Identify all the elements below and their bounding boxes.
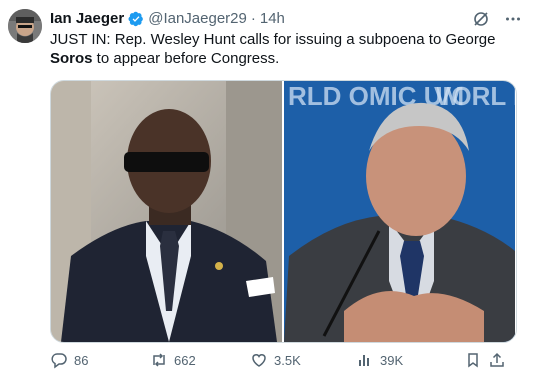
repost-count: 662	[174, 352, 196, 368]
like-count: 3.5K	[274, 352, 301, 368]
bookmark-icon	[468, 353, 478, 368]
reply-count: 86	[74, 352, 89, 368]
more-icon[interactable]	[504, 10, 522, 28]
repost-icon	[153, 353, 165, 367]
tweet-text: JUST IN: Rep. Wesley Hunt calls for issu…	[50, 30, 520, 68]
action-bar: 86 662 3.5K 39K	[50, 350, 520, 370]
separator-dot: ·	[250, 10, 256, 27]
author-name[interactable]: Ian Jaeger	[50, 10, 124, 28]
media-grid: RLD OMIC UM VORL NOMI RU	[50, 80, 517, 343]
repost-button[interactable]: 662	[150, 351, 250, 369]
views-icon	[359, 355, 369, 366]
reply-icon	[51, 353, 67, 369]
wef-backdrop-text-right: VORL NOMI RU	[434, 81, 515, 111]
photo-george-soros[interactable]: RLD OMIC UM VORL NOMI RU	[284, 81, 515, 342]
bookmark-button[interactable]	[464, 351, 488, 369]
timestamp[interactable]: 14h	[260, 10, 285, 28]
tweet-text-suffix: to appear before Congress.	[92, 50, 280, 67]
avatar[interactable]	[8, 9, 42, 43]
share-icon	[490, 352, 504, 367]
views-button[interactable]: 39K	[356, 351, 464, 369]
tweet-text-prefix: JUST IN: Rep. Wesley Hunt calls for issu…	[50, 31, 496, 48]
verified-badge-icon	[128, 11, 144, 27]
like-icon	[252, 354, 266, 367]
tweet-header: Ian Jaeger @IanJaeger29 · 14h	[50, 10, 285, 28]
author-handle[interactable]: @IanJaeger29	[148, 10, 247, 28]
reply-button[interactable]: 86	[50, 351, 150, 369]
tweet[interactable]: Ian Jaeger @IanJaeger29 · 14h JUST IN: R…	[0, 0, 536, 377]
like-button[interactable]: 3.5K	[250, 351, 356, 369]
grok-icon[interactable]	[472, 10, 490, 28]
tweet-text-bold: Soros	[50, 50, 93, 67]
share-button[interactable]	[488, 351, 512, 369]
photo-wesley-hunt[interactable]	[51, 81, 282, 342]
views-count: 39K	[380, 352, 404, 368]
